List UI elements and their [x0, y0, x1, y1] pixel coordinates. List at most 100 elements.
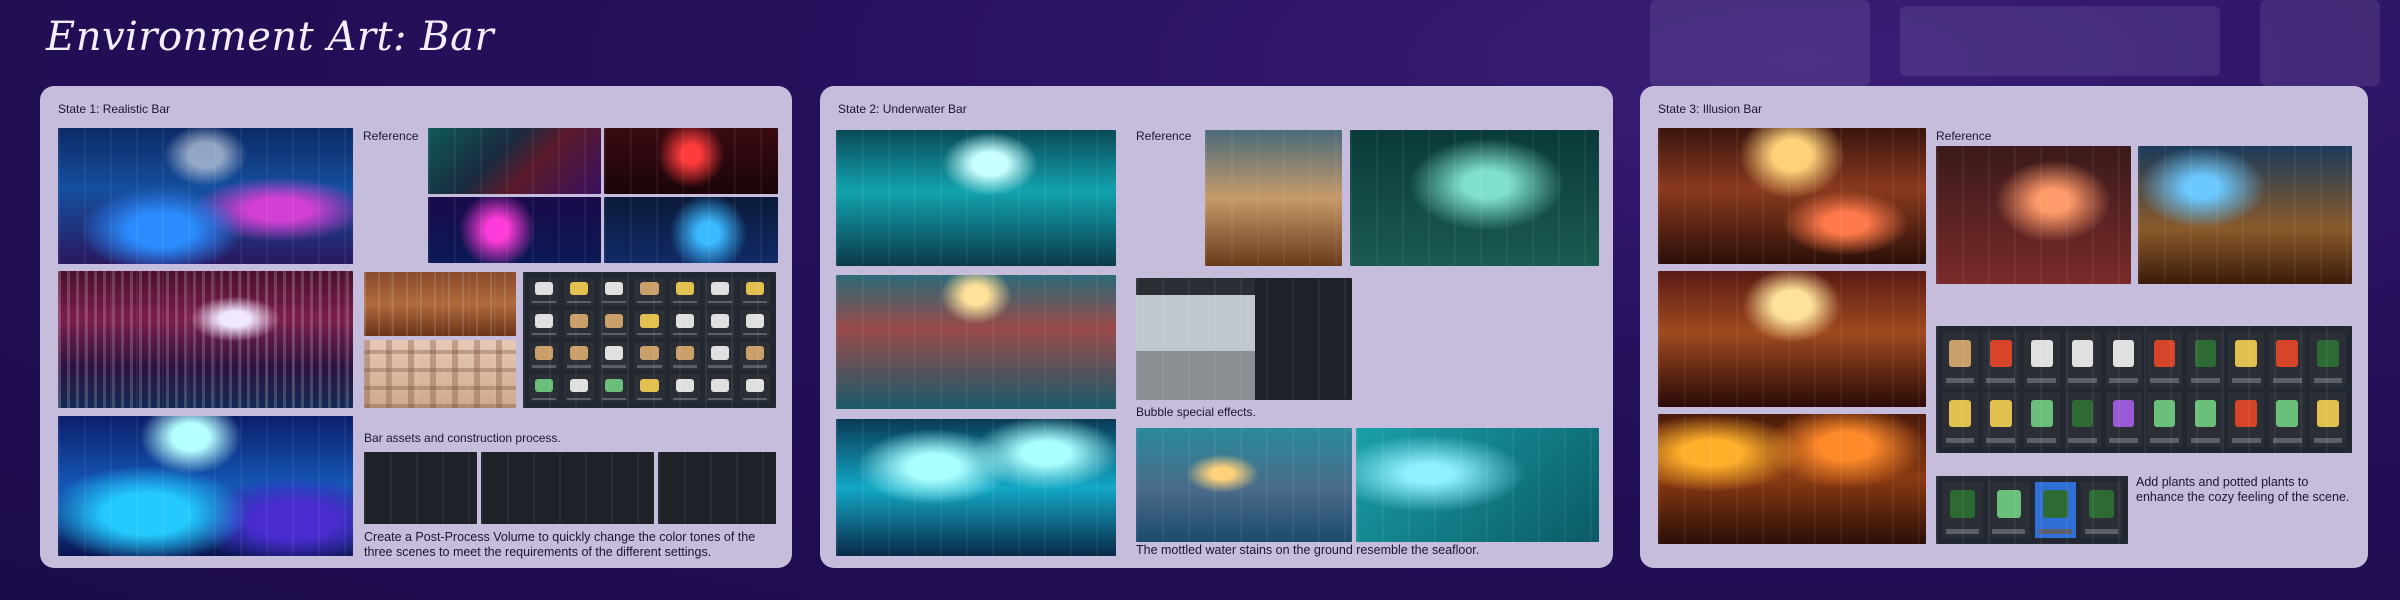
asset-thumbnail	[2105, 332, 2142, 387]
post-process-settings-screenshot	[364, 452, 477, 524]
assets-caption: Bar assets and construction process.	[364, 431, 561, 445]
asset-thumbnail	[564, 310, 595, 338]
asset-thumbnail	[739, 342, 770, 370]
state2-panel: State 2: Underwater Bar Reference Bubble…	[820, 86, 1613, 568]
asset-thumbnail	[2310, 332, 2346, 387]
asset-thumbnail	[704, 278, 735, 306]
plants-caption-line1: Add plants and potted plants to	[2136, 475, 2309, 489]
construction-image	[364, 340, 516, 408]
asset-thumbnail	[704, 342, 735, 370]
bar-asset-image	[364, 272, 516, 336]
background-decoration	[1900, 6, 2220, 76]
illusion-bar-render-2	[1658, 271, 1926, 407]
asset-thumbnail	[669, 310, 700, 338]
bubble-caption: Bubble special effects.	[1136, 405, 1256, 419]
panel-title: State 1: Realistic Bar	[58, 102, 171, 116]
asset-thumbnail	[2269, 332, 2306, 387]
asset-thumbnail	[1988, 482, 2030, 538]
reference-image	[1205, 130, 1342, 266]
asset-thumbnail	[1942, 332, 1978, 387]
asset-thumbnail	[2187, 332, 2224, 387]
underwater-bar-render-1	[836, 130, 1116, 266]
plants-caption-line2: enhance the cozy feeling of the scene.	[2136, 490, 2350, 504]
page-title: Environment Art: Bar	[46, 14, 495, 60]
seafloor-caption: The mottled water stains on the ground r…	[1136, 543, 1480, 557]
asset-thumbnail	[704, 374, 735, 402]
reference-image	[604, 197, 778, 263]
asset-thumbnail	[2105, 392, 2142, 447]
asset-thumbnail	[2228, 392, 2265, 447]
asset-browser-screenshot	[523, 272, 776, 408]
asset-thumbnail	[2064, 392, 2101, 447]
asset-thumbnail	[2023, 392, 2060, 447]
asset-thumbnail	[2269, 392, 2306, 447]
background-decoration	[2260, 0, 2380, 86]
asset-thumbnail	[669, 374, 700, 402]
asset-thumbnail	[564, 342, 595, 370]
asset-thumbnail	[704, 310, 735, 338]
asset-thumbnail	[2187, 392, 2224, 447]
asset-thumbnail	[669, 342, 700, 370]
reference-label: Reference	[1136, 129, 1192, 143]
asset-thumbnail-selected	[2034, 482, 2076, 538]
asset-thumbnail	[599, 310, 630, 338]
asset-thumbnail	[529, 310, 560, 338]
water-stain-closeup	[1356, 428, 1599, 542]
underwater-bar-render-2	[836, 275, 1116, 409]
reference-image	[428, 128, 601, 194]
seafloor-render	[1136, 428, 1352, 542]
asset-thumbnail	[2080, 482, 2122, 538]
reference-image	[1936, 146, 2131, 284]
realistic-bar-render-1	[58, 128, 353, 264]
postprocess-caption-line1: Create a Post-Process Volume to quickly …	[364, 530, 756, 544]
asset-thumbnail	[1942, 392, 1978, 447]
reference-image	[1350, 130, 1599, 266]
asset-thumbnail	[739, 278, 770, 306]
illusion-bar-render-1	[1658, 128, 1926, 264]
illusion-bar-render-3	[1658, 414, 1926, 544]
panel-title: State 2: Underwater Bar	[838, 102, 967, 116]
plant-asset-browser	[1936, 326, 2352, 453]
state3-panel: State 3: Illusion Bar Reference Add plan…	[1640, 86, 2368, 568]
asset-thumbnail	[634, 310, 665, 338]
asset-thumbnail	[529, 278, 560, 306]
asset-thumbnail	[2146, 392, 2183, 447]
asset-thumbnail	[634, 342, 665, 370]
asset-thumbnail	[739, 374, 770, 402]
reference-label: Reference	[1936, 129, 1992, 143]
realistic-bar-render-3	[58, 416, 353, 556]
reference-image	[428, 197, 601, 263]
asset-thumbnail	[599, 278, 630, 306]
asset-thumbnail	[2228, 332, 2265, 387]
asset-thumbnail	[599, 374, 630, 402]
asset-thumbnail	[634, 278, 665, 306]
asset-grid	[529, 278, 770, 402]
state1-panel: State 1: Realistic Bar Reference Bar ass…	[40, 86, 792, 568]
realistic-bar-render-2	[58, 271, 353, 408]
potted-plant-grid	[1942, 482, 2122, 538]
asset-thumbnail	[2064, 332, 2101, 387]
bubble-effects-editor-screenshot	[1136, 278, 1352, 400]
reference-image	[2138, 146, 2352, 284]
asset-thumbnail	[669, 278, 700, 306]
asset-thumbnail	[1982, 392, 2019, 447]
asset-thumbnail	[739, 310, 770, 338]
asset-thumbnail	[564, 374, 595, 402]
asset-thumbnail	[2146, 332, 2183, 387]
background-decoration	[1650, 0, 1870, 86]
underwater-bar-render-3	[836, 419, 1116, 556]
asset-thumbnail	[2310, 392, 2346, 447]
reference-label: Reference	[363, 129, 419, 143]
reference-image	[604, 128, 778, 194]
panel-title: State 3: Illusion Bar	[1658, 102, 1763, 116]
asset-thumbnail	[634, 374, 665, 402]
potted-plant-browser	[1936, 476, 2128, 544]
postprocess-caption-line2: three scenes to meet the requirements of…	[364, 545, 712, 559]
asset-thumbnail	[529, 374, 560, 402]
asset-thumbnail	[599, 342, 630, 370]
asset-thumbnail	[529, 342, 560, 370]
asset-thumbnail	[1942, 482, 1984, 538]
asset-thumbnail	[564, 278, 595, 306]
plant-asset-grid	[1942, 332, 2346, 447]
post-process-details-screenshot	[481, 452, 654, 524]
